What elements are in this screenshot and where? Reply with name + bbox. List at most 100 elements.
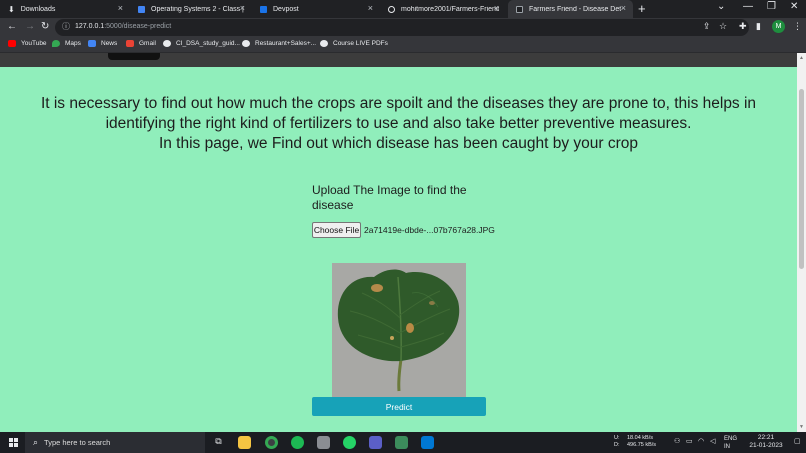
page-scrollbar[interactable]: ▲ ▼ [797, 53, 806, 432]
search-placeholder: Type here to search [44, 438, 111, 447]
scroll-up-icon[interactable]: ▲ [799, 55, 804, 61]
page-viewport: It is necessary to find out how much the… [0, 53, 797, 432]
profile-avatar[interactable]: M [772, 20, 785, 33]
selected-file-name: 2a71419e-dbde-...07b767a28.JPG [364, 225, 495, 235]
close-icon[interactable]: × [368, 3, 373, 13]
spotify-icon[interactable] [291, 436, 304, 449]
wifi-icon[interactable]: ◠ [698, 438, 704, 445]
whatsapp-icon[interactable] [343, 436, 356, 449]
taskbar-clock[interactable]: 22:21 21-01-2023 [743, 434, 789, 450]
address-bar[interactable]: ⓘ 127.0.0.1:5000/disease-predict ⇪ ☆ [55, 19, 749, 36]
tab-title: Downloads [20, 5, 56, 13]
bookmark-label: Restaurant+Sales+... [255, 40, 317, 47]
browser-toolbar: ← → ↻ ⓘ 127.0.0.1:5000/disease-predict ⇪… [0, 18, 806, 37]
bookmark-news[interactable]: News [88, 40, 117, 47]
close-icon[interactable]: × [118, 3, 123, 13]
url-text: 127.0.0.1:5000/disease-predict [75, 23, 171, 30]
forward-icon[interactable]: → [25, 21, 35, 32]
site-navbar [0, 53, 797, 67]
close-icon[interactable]: × [240, 3, 245, 13]
language-indicator[interactable]: ENG IN [724, 435, 737, 451]
github-icon [388, 5, 395, 13]
bookmark-maps[interactable]: Maps [52, 40, 81, 47]
tab-devpost[interactable]: Devpost × [252, 0, 380, 18]
tab-search-icon[interactable]: ⌄ [717, 1, 725, 12]
net-down-label: D: [614, 442, 620, 448]
bookmark-label: YouTube [21, 40, 47, 47]
chrome-icon[interactable] [265, 436, 278, 449]
page-favicon-icon [516, 5, 523, 13]
page-intro: It is necessary to find out how much the… [10, 94, 787, 154]
info-icon[interactable]: ⓘ [62, 21, 70, 32]
tab-downloads[interactable]: ⬇ Downloads × [0, 0, 130, 18]
tab-farmers-friend[interactable]: Farmers Friend - Disease Detecti × [508, 0, 633, 18]
bookmark-star-icon[interactable]: ☆ [719, 21, 727, 32]
app-icon[interactable] [317, 436, 330, 449]
task-view-icon[interactable]: ⧉ [212, 436, 225, 449]
upload-label: Upload The Image to find the disease [312, 183, 467, 212]
network-speed-labels: U: D: [614, 435, 620, 449]
news-icon [88, 40, 96, 47]
bookmark-youtube[interactable]: YouTube [8, 40, 47, 47]
side-panel-icon[interactable]: ▮ [756, 21, 761, 32]
tab-title: Farmers Friend - Disease Detecti [529, 5, 621, 13]
close-icon[interactable]: × [494, 3, 499, 13]
globe-icon [320, 40, 328, 47]
reload-icon[interactable]: ↻ [41, 21, 49, 32]
share-icon[interactable]: ⇪ [703, 21, 711, 32]
menu-icon[interactable]: ⋮ [793, 21, 802, 32]
tab-github[interactable]: mohitmore2001/Farmers-Friend × [380, 0, 506, 18]
tab-operating-systems[interactable]: Operating Systems 2 - Class | Sc × [130, 0, 252, 18]
class-favicon-icon [138, 5, 145, 13]
people-icon[interactable]: ⚇ [674, 438, 680, 445]
scroll-down-icon[interactable]: ▼ [799, 424, 804, 430]
minimize-icon[interactable]: — [743, 1, 753, 12]
taskbar-search-box[interactable]: ⌕ Type here to search [25, 432, 205, 453]
bookmark-label: News [101, 40, 118, 47]
gmail-icon [126, 40, 134, 47]
bookmark-course-live[interactable]: Course LIVE PDFs [320, 40, 388, 47]
pycharm-icon[interactable] [395, 436, 408, 449]
extensions-icon[interactable]: ✚ [739, 21, 747, 32]
bookmark-label: Maps [65, 40, 81, 47]
navbar-tooltip [108, 53, 160, 60]
bookmark-ci-dsa[interactable]: CI_DSA_study_guid... [163, 40, 240, 47]
network-up: 18.04 kB/s [627, 435, 653, 441]
network-down: 496.75 kB/s [627, 442, 657, 448]
clock-time: 22:21 [757, 434, 775, 441]
choose-file-button[interactable]: Choose File [312, 222, 361, 238]
predict-button[interactable]: Predict [312, 397, 486, 416]
leaf-icon [332, 263, 466, 398]
tab-title: mohitmore2001/Farmers-Friend [401, 5, 499, 13]
bookmark-label: Course LIVE PDFs [333, 40, 388, 47]
close-icon[interactable]: × [621, 3, 626, 13]
youtube-icon [8, 40, 16, 47]
back-icon[interactable]: ← [7, 21, 17, 32]
teams-icon[interactable] [369, 436, 382, 449]
window-close-icon[interactable]: ✕ [790, 1, 798, 12]
bookmark-gmail[interactable]: Gmail [126, 40, 156, 47]
clock-date: 21-01-2023 [749, 442, 783, 449]
scrollbar-thumb[interactable] [799, 89, 804, 269]
battery-icon[interactable]: ▭ [686, 438, 693, 445]
maximize-icon[interactable]: ❐ [767, 1, 776, 12]
bookmark-label: CI_DSA_study_guid... [176, 40, 240, 47]
vscode-icon[interactable] [421, 436, 434, 449]
notification-icon[interactable]: ▢ [794, 438, 801, 445]
windows-start-icon[interactable] [9, 438, 18, 447]
search-icon: ⌕ [33, 437, 39, 447]
windows-taskbar: ⌕ Type here to search ⧉ U: D: 18.04 kB/s… [0, 432, 806, 453]
bookmark-restaurant-sales[interactable]: Restaurant+Sales+... [242, 40, 316, 47]
url-host: 127.0.0.1 [75, 23, 105, 30]
download-icon: ⬇ [8, 4, 15, 14]
maps-icon [52, 40, 60, 47]
tab-title: Operating Systems 2 - Class | Sc [151, 5, 246, 13]
file-explorer-icon[interactable] [238, 436, 251, 449]
uploaded-leaf-image [332, 263, 466, 398]
globe-icon [163, 40, 171, 47]
tab-strip: ⬇ Downloads × Operating Systems 2 - Clas… [0, 0, 806, 18]
net-up-label: U: [614, 435, 620, 441]
volume-icon[interactable]: ◁ [710, 438, 715, 445]
new-tab-icon[interactable]: + [638, 1, 646, 16]
bookmark-label: Gmail [139, 40, 156, 47]
